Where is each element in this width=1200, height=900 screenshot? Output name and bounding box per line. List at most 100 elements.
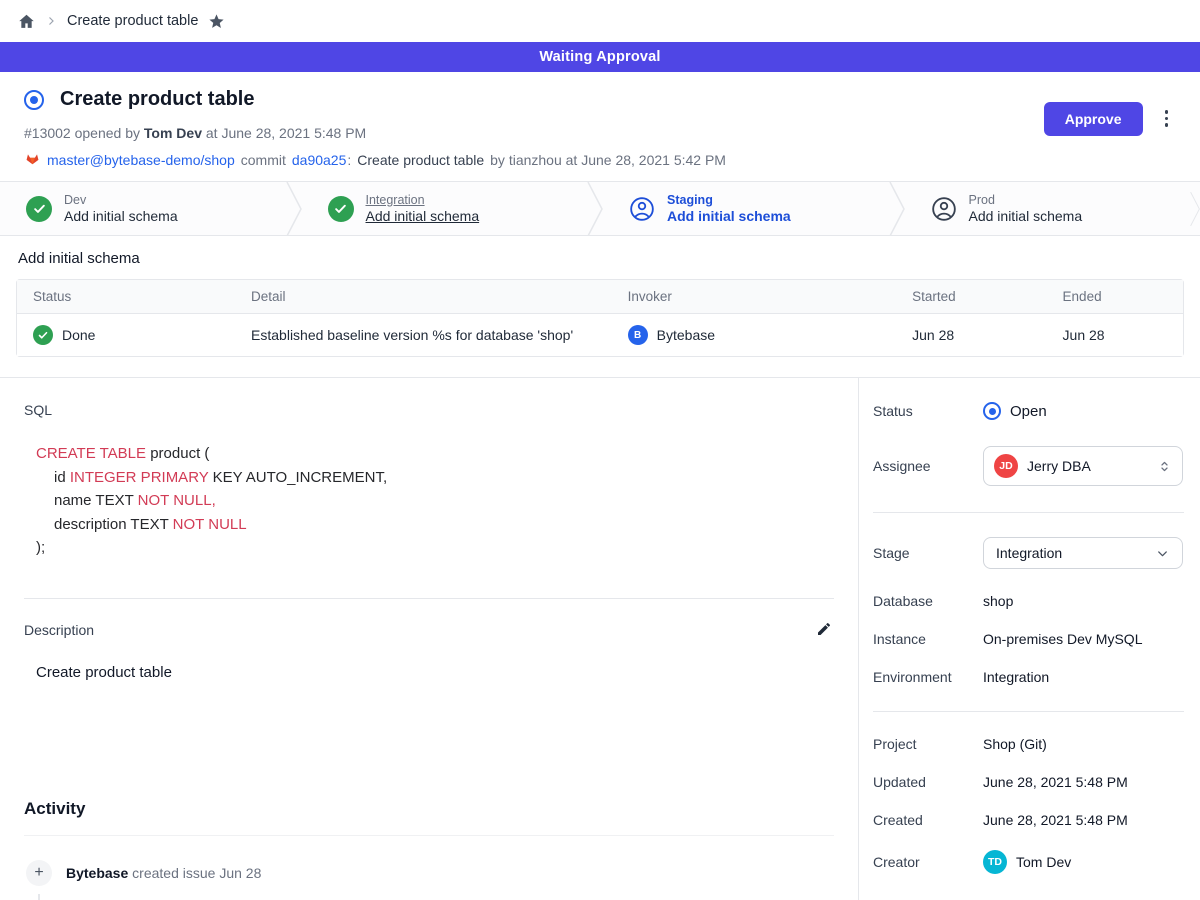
sql-section-label: SQL [24,402,834,418]
instance-label: Instance [873,631,983,647]
approval-banner: Waiting Approval [0,42,1200,72]
stage-env-label: Dev [64,193,178,207]
stage-prod[interactable]: Prod Add initial schema [905,182,1191,235]
task-section-heading: Add initial schema [16,250,1184,267]
task-table-row[interactable]: Done Established baseline version %s for… [17,314,1183,356]
sql-keyword: INTEGER PRIMARY [70,469,209,486]
instance-value: On-premises Dev MySQL [983,631,1142,647]
task-ended: Jun 28 [1047,314,1183,356]
task-started: Jun 28 [896,314,1046,356]
created-label: Created [873,812,983,828]
sql-keyword: NOT NULL [173,516,247,533]
column-header-detail: Detail [235,280,612,314]
vcs-commit-row: master@bytebase-demo/shop commit da90a25… [24,150,726,169]
chevron-right-icon [45,15,57,27]
task-status-text: Done [62,327,95,343]
environment-value: Integration [983,669,1049,685]
assignee-select[interactable]: JD Jerry DBA [983,446,1183,486]
approve-button[interactable]: Approve [1044,102,1143,136]
task-table-header-row: Status Detail Invoker Started Ended [17,280,1183,314]
updated-value: June 28, 2021 5:48 PM [983,774,1128,790]
user-circle-icon [629,196,655,222]
vcs-colon: : [347,152,351,168]
status-label: Status [873,403,983,419]
bytebase-avatar: B [628,325,648,345]
stage-task-label: Add initial schema [64,208,178,224]
pipeline-stage-bar: Dev Add initial schema Integration Add i… [0,181,1200,236]
task-invoker: Bytebase [657,327,715,343]
vcs-branch-link[interactable]: master@bytebase-demo/shop [47,152,235,168]
kebab-menu-icon[interactable] [1161,102,1173,135]
status-text: Open [1010,403,1047,420]
activity-divider [24,835,834,836]
activity-action: created issue Jun 28 [132,865,261,881]
up-down-chevron-icon [1157,459,1172,474]
stage-task-label: Add initial schema [667,208,791,224]
sidebar-divider [873,711,1184,712]
sql-text: ); [36,539,45,556]
banner-text: Waiting Approval [539,49,660,65]
user-circle-icon [931,196,957,222]
activity-item: + Bytebase created issue Jun 28 [24,860,834,886]
description-content: Create product table [36,664,834,681]
gitlab-icon [24,150,41,169]
sql-statement: CREATE TABLE product ( id INTEGER PRIMARY… [36,442,834,560]
stage-integration[interactable]: Integration Add initial schema [302,182,588,235]
section-divider [24,598,834,599]
vcs-commit-word: commit [241,152,286,168]
open-circle-dot-icon [983,402,1001,420]
assignee-value: Jerry DBA [1027,458,1148,474]
vcs-commit-meta: by tianzhou at June 28, 2021 5:42 PM [490,152,726,168]
stage-env-label: Integration [366,193,480,207]
stage-dev[interactable]: Dev Add initial schema [0,182,286,235]
vcs-commit-hash-link[interactable]: da90a25 [292,152,347,168]
stage-staging[interactable]: Staging Add initial schema [603,182,889,235]
activity-actor: Bytebase [66,865,128,881]
task-detail: Established baseline version %s for data… [235,314,612,356]
issue-header: Create product table #13002 opened by To… [0,72,1200,181]
stage-separator [286,182,302,236]
creator-name: Tom Dev [1016,854,1071,870]
issue-meta: #13002 opened by Tom Dev at June 28, 202… [24,125,726,141]
sql-keyword: NOT NULL, [138,492,216,509]
stage-env-label: Staging [667,193,791,207]
column-header-invoker: Invoker [612,280,897,314]
issue-detail-panel: SQL CREATE TABLE product ( id INTEGER PRI… [0,378,858,900]
task-table: Status Detail Invoker Started Ended Done… [16,279,1184,357]
breadcrumb-title[interactable]: Create product table [67,13,198,29]
sql-keyword: CREATE TABLE [36,445,146,462]
sidebar-divider [873,512,1184,513]
creator-avatar: TD [983,850,1007,874]
sql-text: product ( [146,445,209,462]
issue-author: Tom Dev [144,125,202,141]
column-header-ended: Ended [1047,280,1183,314]
stage-task-label: Add initial schema [969,208,1083,224]
database-value: shop [983,593,1013,609]
database-label: Database [873,593,983,609]
star-icon[interactable] [208,13,225,30]
creator-value: TD Tom Dev [983,850,1071,874]
assignee-label: Assignee [873,458,983,474]
created-value: June 28, 2021 5:48 PM [983,812,1128,828]
sql-text: name TEXT [54,492,138,509]
sql-text: id [54,469,70,486]
updated-label: Updated [873,774,983,790]
stage-label: Stage [873,545,983,561]
chevron-down-icon [1155,546,1170,561]
home-icon[interactable] [18,13,35,30]
sql-text: description TEXT [54,516,173,533]
status-value: Open [983,402,1047,420]
check-circle-icon [328,196,354,222]
check-circle-icon [33,325,53,345]
activity-heading: Activity [24,799,834,819]
stage-select[interactable]: Integration [983,537,1183,569]
task-section: Add initial schema Status Detail Invoker… [0,236,1200,377]
stage-env-label: Prod [969,193,1083,207]
vcs-commit-message: Create product table [357,152,484,168]
sql-text: KEY AUTO_INCREMENT, [208,469,387,486]
pencil-icon[interactable] [814,619,834,642]
check-circle-icon [26,196,52,222]
breadcrumb: Create product table [0,0,1200,42]
environment-label: Environment [873,669,983,685]
stage-separator [889,182,905,236]
